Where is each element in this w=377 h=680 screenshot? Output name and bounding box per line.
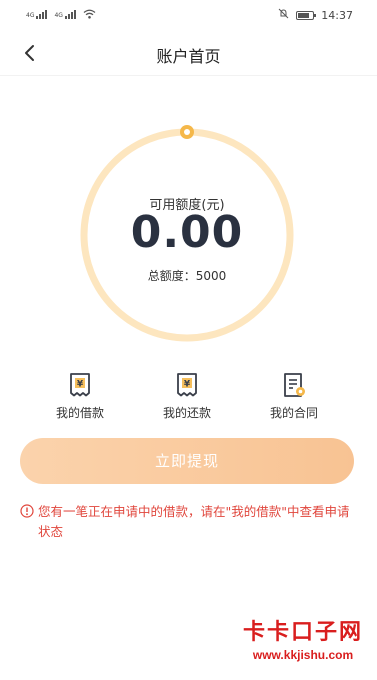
total-credit-label: 总额度：5000 <box>147 269 227 283</box>
receipt-yuan-icon: ¥ <box>70 373 90 397</box>
signal-type-label-2: 4G <box>54 12 63 19</box>
signal-type-label: 4G <box>26 12 35 19</box>
my-contracts-button[interactable]: 我的合同 <box>254 372 334 421</box>
available-credit-amount: 0.00 <box>130 207 244 258</box>
my-loans-button[interactable]: ¥ 我的借款 <box>40 372 120 421</box>
watermark-url: www.kkjishu.com <box>252 648 354 662</box>
my-contracts-label: 我的合同 <box>269 406 318 420</box>
mute-icon <box>278 8 289 22</box>
svg-text:¥: ¥ <box>184 380 191 390</box>
notice-text: 您有一笔正在申请中的借款，请在"我的借款"中查看申请状态 <box>38 504 350 539</box>
status-right: 14:37 <box>278 8 353 22</box>
gauge-knob-inner <box>184 129 190 135</box>
battery-icon <box>296 10 317 20</box>
cell-signal-icon: 4G <box>26 10 48 19</box>
withdraw-now-button[interactable]: 立即提现 <box>20 438 354 484</box>
quick-actions: ¥ 我的借款 ¥ 我的还款 我的合同 <box>0 372 377 424</box>
my-repayments-button[interactable]: ¥ 我的还款 <box>147 372 227 421</box>
loan-status-notice: 您有一笔正在申请中的借款，请在"我的借款"中查看申请状态 <box>20 502 360 542</box>
watermark-title: 卡卡口子网 <box>242 619 363 645</box>
status-time: 14:37 <box>321 8 353 22</box>
cell-signal-2-icon: 4G <box>54 10 76 19</box>
wifi-icon <box>83 9 96 19</box>
svg-text:¥: ¥ <box>77 380 84 390</box>
my-repayments-label: 我的还款 <box>162 406 211 420</box>
battery-fill <box>298 12 309 18</box>
site-watermark: 卡卡口子网 www.kkjishu.com <box>234 617 372 673</box>
my-loans-label: 我的借款 <box>55 406 104 420</box>
warning-circle-icon <box>20 504 34 518</box>
page-title: 账户首页 <box>156 47 221 66</box>
nav-bar: 账户首页 <box>0 30 377 76</box>
status-left: 4G 4G <box>26 9 96 19</box>
status-bar: 4G 4G 14:37 <box>0 0 377 30</box>
credit-gauge: 可用额度(元) 0.00 总额度：5000 <box>77 125 297 345</box>
contract-icon <box>284 373 305 397</box>
receipt-yuan-icon: ¥ <box>177 373 197 397</box>
